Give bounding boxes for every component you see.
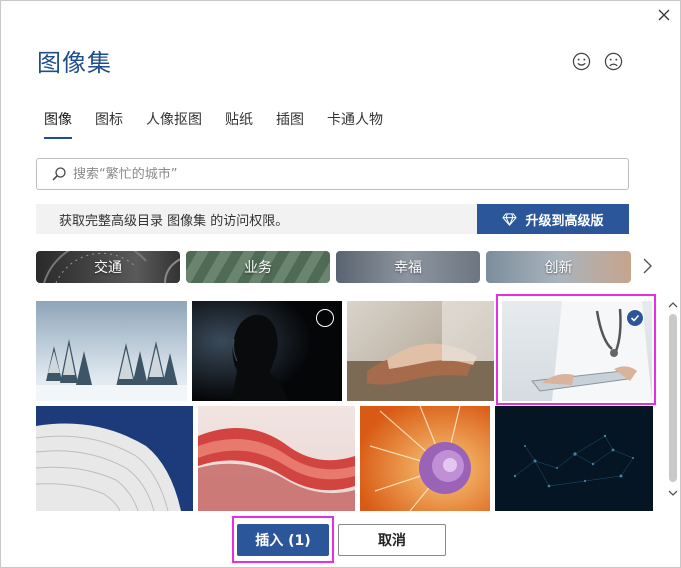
image-holding-hands[interactable] [347, 301, 494, 401]
chevron-up-icon [668, 302, 678, 308]
chevron-right-icon [643, 258, 652, 274]
search-input[interactable] [73, 166, 628, 182]
close-button[interactable] [654, 5, 674, 25]
search-icon [52, 167, 66, 181]
category-traffic[interactable]: 交通 [36, 251, 180, 283]
tab-stickers[interactable]: 贴纸 [225, 109, 253, 139]
frown-feedback-button[interactable] [604, 52, 623, 71]
cancel-button[interactable]: 取消 [338, 524, 446, 556]
dialog-title: 图像集 [37, 49, 112, 77]
diamond-icon [502, 212, 518, 226]
image-doctor-tablet[interactable] [502, 301, 652, 401]
insert-button[interactable]: 插入 (1) [237, 524, 329, 556]
snowy-forest-graphic [36, 339, 187, 401]
image-curved-architecture[interactable] [36, 406, 193, 511]
image-network-particles[interactable] [495, 406, 653, 511]
smile-icon [572, 52, 591, 71]
upgrade-button-label: 升级到高级版 [525, 213, 604, 229]
nautilus-shell-graphic [360, 406, 490, 511]
image-red-waves[interactable] [198, 406, 355, 511]
tab-cutout-people[interactable]: 人像抠图 [146, 109, 202, 139]
premium-banner-text: 获取完整高级目录 图像集 的访问权限。 [59, 213, 289, 229]
tab-images[interactable]: 图像 [44, 109, 72, 139]
image-grid-scrollbar[interactable] [666, 298, 680, 498]
tab-cartoon-people[interactable]: 卡通人物 [327, 109, 383, 139]
image-grid [36, 299, 653, 511]
chevron-down-icon [668, 490, 678, 496]
holding-hands-graphic [347, 301, 494, 401]
category-business[interactable]: 业务 [186, 251, 330, 283]
premium-banner: 获取完整高级目录 图像集 的访问权限。 升级到高级版 [36, 204, 629, 234]
category-happiness-label: 幸福 [394, 260, 422, 276]
image-select-checkbox[interactable] [626, 309, 644, 327]
image-silhouette[interactable] [192, 301, 342, 401]
image-snowy-forest[interactable] [36, 301, 187, 401]
network-particles-graphic [513, 434, 634, 488]
upgrade-button[interactable]: 升级到高级版 [477, 204, 629, 234]
curved-architecture-graphic [36, 423, 181, 511]
tab-illustrations[interactable]: 插图 [276, 109, 304, 139]
image-nautilus-shell[interactable] [360, 406, 490, 511]
tab-icons[interactable]: 图标 [95, 109, 123, 139]
scroll-up-button[interactable] [667, 298, 679, 310]
checkmark-icon [630, 314, 640, 322]
category-traffic-label: 交通 [94, 260, 122, 276]
category-innovation-label: 创新 [544, 260, 573, 276]
category-next-button[interactable] [641, 257, 657, 277]
scroll-thumb[interactable] [669, 314, 677, 482]
frown-icon [604, 52, 623, 71]
image-collection-dialog: 图像集 图像 图标 人像抠图 贴纸 插图 卡通人物 获取完整高级目录 图像集 的… [0, 0, 681, 568]
category-business-label: 业务 [244, 260, 272, 276]
scroll-down-button[interactable] [667, 486, 679, 498]
category-happiness[interactable]: 幸福 [336, 251, 480, 283]
category-tabs: 图像 图标 人像抠图 贴纸 插图 卡通人物 [44, 109, 406, 139]
category-carousel: 交通 业务 幸福 创新 [36, 251, 637, 283]
category-innovation[interactable]: 创新 [486, 251, 631, 283]
close-icon [658, 9, 670, 21]
search-box [36, 158, 629, 190]
red-waves-graphic [198, 428, 355, 511]
smile-feedback-button[interactable] [572, 52, 591, 71]
image-select-checkbox[interactable] [316, 309, 334, 327]
